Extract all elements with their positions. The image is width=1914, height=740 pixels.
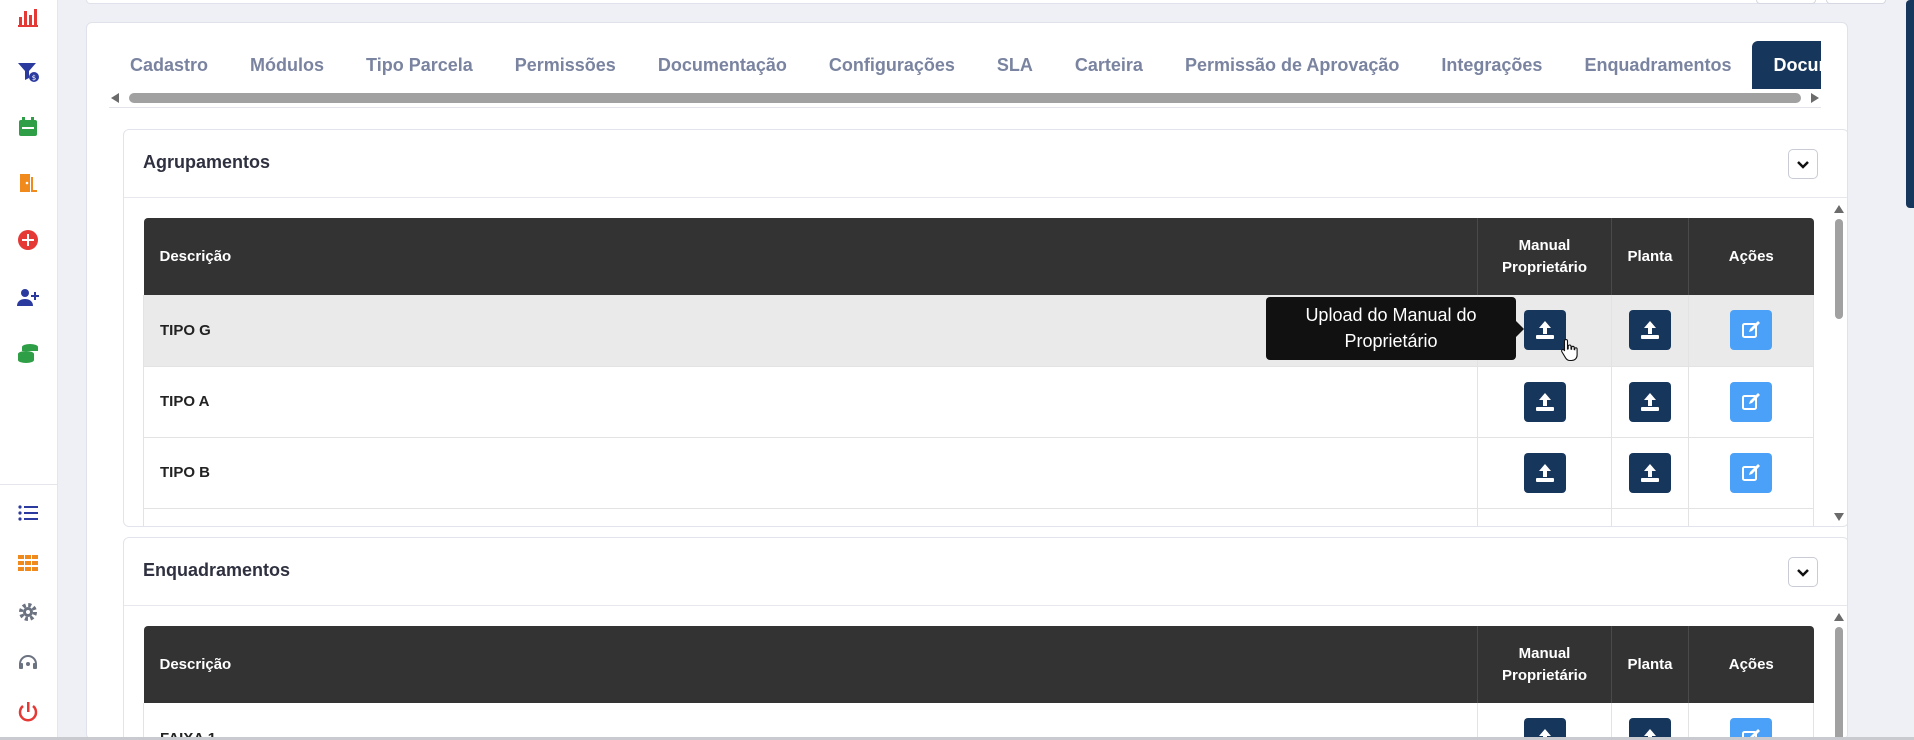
plus-circle-icon[interactable] [13,225,43,255]
tab-permissoes[interactable]: Permissões [494,41,637,89]
tab-tipo-parcela[interactable]: Tipo Parcela [345,41,494,89]
top-card-edge [86,0,1848,4]
row-descricao: TIPO B [143,437,1478,509]
agrupamentos-title: Agrupamentos [143,152,271,172]
gear-icon[interactable] [13,597,43,627]
user-plus-icon[interactable] [13,282,43,312]
power-icon[interactable] [13,697,43,727]
edit-icon [1742,463,1760,481]
tab-documentacao[interactable]: Documentação [637,41,808,89]
enquadramentos-collapse-button[interactable] [1788,557,1818,587]
edit-button[interactable] [1730,310,1772,351]
row-descricao: FAIXA 1 [143,703,1478,739]
hand-cursor-icon [1561,338,1578,362]
agrupamentos-panel: Agrupamentos Descrição Manual Proprietár… [123,129,1847,527]
edit-button[interactable] [1730,452,1772,493]
agrupamentos-table: Descrição Manual Proprietário Planta Açõ… [143,218,1814,526]
col-acoes: Ações [1688,626,1814,703]
tab-configuracoes[interactable]: Configurações [808,41,976,89]
col-planta: Planta [1611,218,1689,295]
top-button-right[interactable] [1826,0,1886,4]
upload-icon [1535,463,1554,482]
scrollbar-thumb[interactable] [1835,219,1843,319]
left-icon-rail: $ [0,0,58,740]
col-manual-proprietario: Manual Proprietário [1477,626,1612,703]
tab-sla[interactable]: SLA [976,41,1054,89]
agrupamentos-vertical-scrollbar[interactable] [1832,205,1846,523]
tab-underline [109,107,1821,108]
enquadramentos-table-area: Descrição Manual Proprietário Planta Açõ… [143,626,1814,739]
scroll-down-arrow-icon[interactable] [1834,513,1844,521]
scroll-right-arrow-icon[interactable] [1811,93,1819,103]
col-descricao: Descrição [143,218,1478,295]
table-row [143,508,1814,526]
tab-bar: Cadastro Módulos Tipo Parcela Permissões… [109,41,1821,89]
upload-icon [1641,321,1659,340]
page-vertical-scrollbar[interactable] [1906,0,1914,208]
enquadramentos-header: Enquadramentos [124,538,1847,606]
upload-planta-button[interactable] [1629,310,1671,351]
main-card: Cadastro Módulos Tipo Parcela Permissões… [86,22,1848,740]
edit-icon [1742,392,1760,410]
scrollbar-thumb[interactable] [1835,627,1843,739]
upload-icon [1535,392,1554,411]
col-descricao: Descrição [143,626,1478,703]
tabs-container: Cadastro Módulos Tipo Parcela Permissões… [109,41,1821,109]
row-descricao: TIPO A [143,366,1478,438]
upload-manual-button[interactable] [1523,381,1566,422]
tab-enquadramentos[interactable]: Enquadramentos [1563,41,1752,89]
coins-stack-icon[interactable] [13,338,43,368]
agrupamentos-table-area: Descrição Manual Proprietário Planta Açõ… [143,218,1814,526]
headset-icon[interactable] [13,647,43,677]
upload-icon [1535,321,1554,340]
col-planta: Planta [1611,626,1689,703]
upload-planta-button[interactable] [1629,452,1671,493]
upload-icon [1641,463,1659,482]
upload-icon [1641,392,1659,411]
enquadramentos-vertical-scrollbar[interactable] [1832,613,1846,739]
rail-divider [0,484,58,485]
tab-modulos[interactable]: Módulos [229,41,345,89]
list-icon[interactable] [13,498,43,528]
col-manual-proprietario: Manual Proprietário [1477,218,1612,295]
enquadramentos-title: Enquadramentos [143,560,291,580]
upload-planta-button[interactable] [1629,381,1671,422]
top-button-left[interactable] [1756,0,1816,4]
agrupamentos-collapse-button[interactable] [1788,149,1818,179]
calendar-icon[interactable] [13,112,43,142]
tabs-horizontal-scrollbar[interactable] [109,91,1821,105]
agrupamentos-header: Agrupamentos [124,130,1847,198]
table-row: TIPO B [143,437,1814,509]
col-acoes: Ações [1688,218,1814,295]
upload-manual-tooltip: Upload do Manual do Proprietário [1266,297,1524,360]
grid-icon[interactable] [13,548,43,578]
tab-integracoes[interactable]: Integrações [1420,41,1563,89]
table-row: FAIXA 1 [143,703,1814,739]
edit-button[interactable] [1730,381,1772,422]
enquadramentos-table: Descrição Manual Proprietário Planta Açõ… [143,626,1814,739]
scroll-left-arrow-icon[interactable] [111,93,119,103]
tab-permissao-aprovacao[interactable]: Permissão de Aprovação [1164,41,1420,89]
svg-text:$: $ [32,74,36,82]
scroll-up-arrow-icon[interactable] [1834,205,1844,213]
bar-chart-icon[interactable] [13,2,43,32]
scrollbar-thumb[interactable] [129,93,1801,103]
filter-dollar-icon[interactable]: $ [13,57,43,87]
upload-manual-button[interactable] [1523,452,1566,493]
tab-cadastro[interactable]: Cadastro [109,41,229,89]
enquadramentos-panel: Enquadramentos Descrição Manual Propriet… [123,537,1847,739]
edit-icon [1742,321,1760,339]
scroll-up-arrow-icon[interactable] [1834,613,1844,621]
chevron-down-icon [1797,569,1809,577]
table-row: TIPO A [143,366,1814,438]
tab-documentos-unidade[interactable]: Documentos Unidad [1752,41,1821,89]
tab-carteira[interactable]: Carteira [1054,41,1164,89]
chevron-down-icon [1797,161,1809,169]
door-exit-icon[interactable] [13,168,43,198]
